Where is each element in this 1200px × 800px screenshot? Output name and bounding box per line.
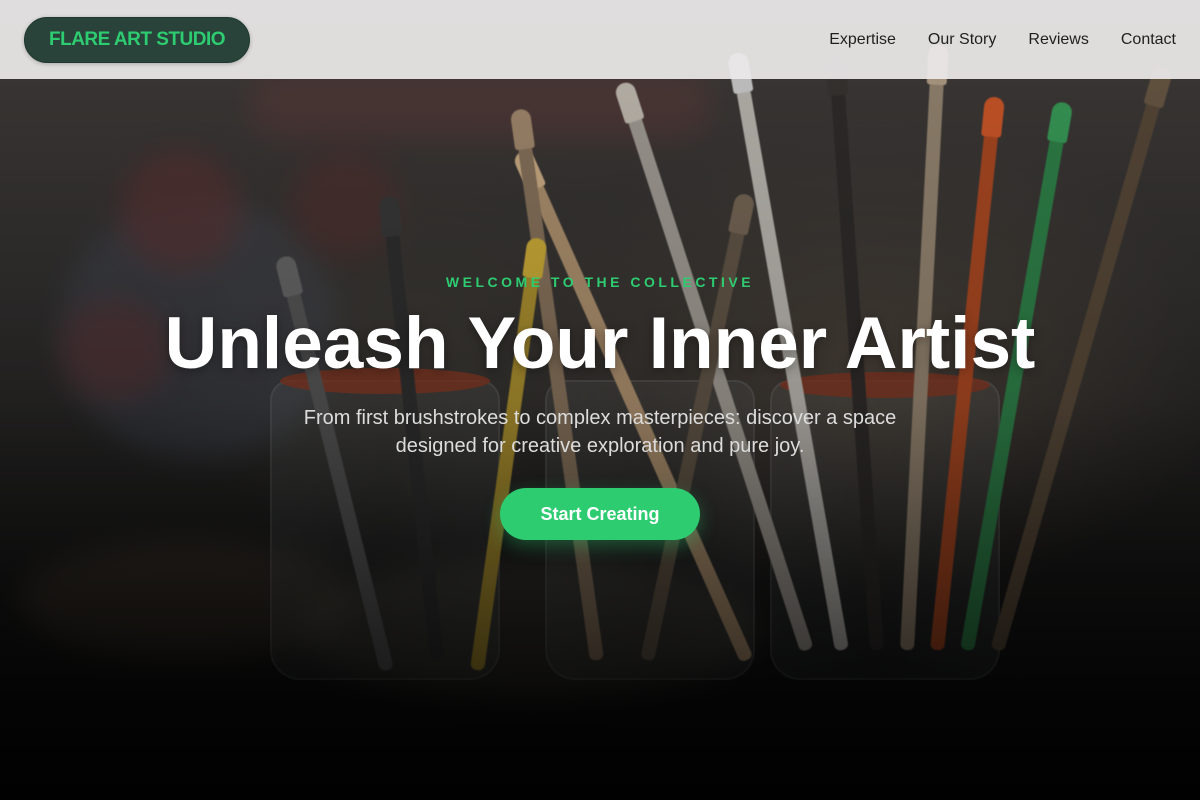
dark-overlay (0, 0, 1200, 800)
nav-link-reviews[interactable]: Reviews (1028, 31, 1088, 49)
hero-subtitle: From first brushstrokes to complex maste… (303, 407, 897, 457)
start-creating-button[interactable]: Start Creating (500, 488, 700, 540)
top-navigation-bar: FLARE ART STUDIO Expertise Our Story Rev… (0, 0, 1200, 79)
nav-link-expertise[interactable]: Expertise (829, 31, 896, 49)
hero-section (0, 0, 1200, 800)
hero-headline: Unleash Your Inner Artist (164, 303, 1036, 384)
nav-link-our-story[interactable]: Our Story (928, 31, 996, 49)
nav-links: Expertise Our Story Reviews Contact (829, 31, 1176, 49)
brand-logo[interactable]: FLARE ART STUDIO (24, 16, 251, 63)
hero-eyebrow: WELCOME TO THE COLLECTIVE (445, 274, 755, 290)
nav-link-contact[interactable]: Contact (1121, 31, 1176, 49)
